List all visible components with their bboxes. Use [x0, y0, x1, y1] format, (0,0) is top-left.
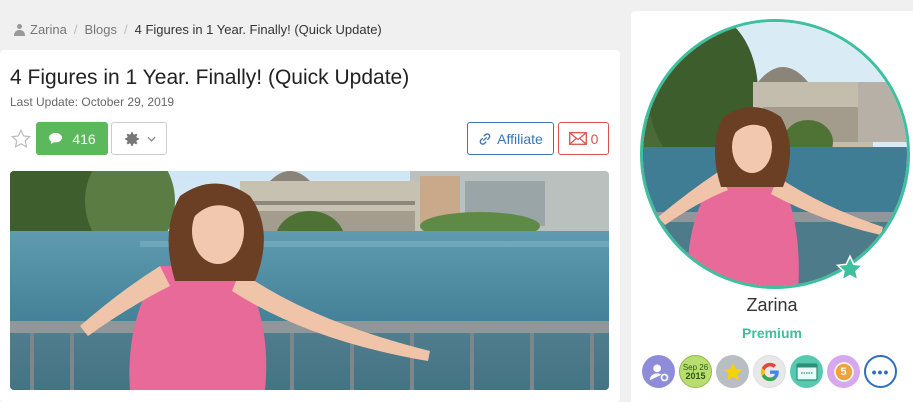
- message-button[interactable]: 0: [558, 122, 609, 155]
- star-badge-icon[interactable]: [716, 355, 749, 388]
- envelope-icon: [568, 132, 587, 145]
- level-number: 5: [840, 365, 847, 378]
- breadcrumb-separator: /: [73, 22, 78, 37]
- website-badge-icon[interactable]: [790, 355, 823, 388]
- breadcrumb-blogs-link[interactable]: Blogs: [84, 22, 117, 37]
- affiliate-label: Affiliate: [497, 130, 543, 147]
- post-hero-photo: [10, 171, 609, 390]
- post-title: 4 Figures in 1 Year. Finally! (Quick Upd…: [10, 66, 410, 89]
- favorite-star-icon[interactable]: [10, 128, 32, 150]
- user-icon: [14, 23, 25, 36]
- settings-dropdown-button[interactable]: [111, 122, 167, 155]
- comments-count: 416: [72, 130, 96, 147]
- level-five-badge-icon[interactable]: 5: [827, 355, 860, 388]
- premium-star-icon: [835, 254, 865, 282]
- chevron-down-icon: [146, 136, 156, 142]
- affiliate-button[interactable]: Affiliate: [467, 122, 554, 155]
- profile-name[interactable]: Zarina: [631, 295, 913, 316]
- breadcrumb-separator: /: [124, 22, 128, 37]
- profile-sidebar: Zarina Premium Sep 26 2015 5 •••: [631, 11, 913, 402]
- membership-status: Premium: [742, 325, 802, 341]
- gear-icon: [124, 131, 139, 146]
- join-date-year: 2015: [685, 370, 706, 381]
- join-date-badge[interactable]: Sep 26 2015: [679, 355, 712, 388]
- avatar[interactable]: [640, 19, 910, 289]
- more-dots-icon: •••: [871, 363, 890, 380]
- breadcrumb-current: 4 Figures in 1 Year. Finally! (Quick Upd…: [134, 22, 382, 37]
- message-count: 0: [590, 130, 599, 147]
- breadcrumb-user-link[interactable]: Zarina: [30, 22, 67, 37]
- post-toolbar: 416 Affiliate 0: [10, 122, 610, 155]
- google-badge-icon[interactable]: [753, 355, 786, 388]
- user-settings-badge-icon[interactable]: [642, 355, 675, 388]
- avatar-photo: [640, 19, 910, 289]
- comment-bubble-icon: [49, 132, 63, 145]
- post-card: 4 Figures in 1 Year. Finally! (Quick Upd…: [0, 50, 620, 402]
- more-badges-button[interactable]: •••: [864, 355, 897, 388]
- comments-button[interactable]: 416: [36, 122, 108, 155]
- link-icon: [479, 132, 491, 145]
- last-update-date: Last Update: October 29, 2019: [10, 95, 175, 109]
- breadcrumb: Zarina / Blogs / 4 Figures in 1 Year. Fi…: [14, 22, 382, 37]
